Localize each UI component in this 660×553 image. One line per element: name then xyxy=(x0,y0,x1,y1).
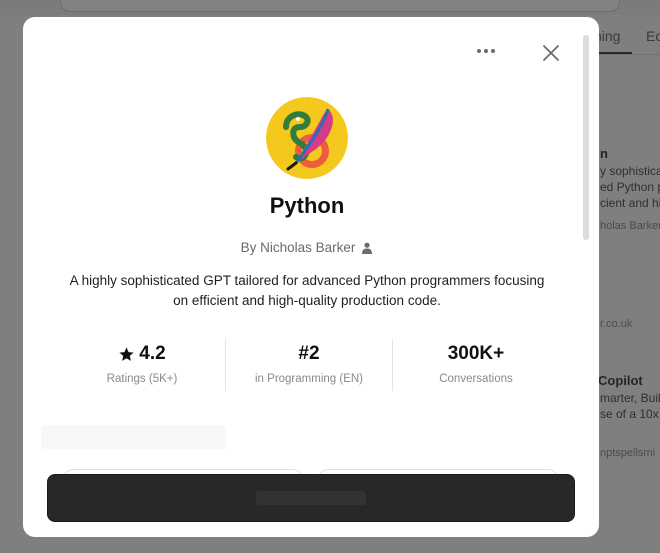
author-name: By Nicholas Barker xyxy=(240,240,356,255)
gpt-avatar xyxy=(266,97,348,179)
stat-rank-value: #2 xyxy=(298,343,320,364)
more-options-icon xyxy=(477,49,481,53)
more-options-icon-dot xyxy=(484,49,488,53)
background-card-line: se of a 10x F xyxy=(600,407,660,421)
background-card-line: marter, Buil xyxy=(600,391,660,405)
gpt-description: A highly sophisticated GPT tailored for … xyxy=(69,273,545,308)
stat-conversations-value: 300K+ xyxy=(447,343,505,364)
stat-conversations: 300K+ Conversations xyxy=(392,339,559,391)
background-tab-next: Ec xyxy=(646,28,660,44)
gpt-stats: 4.2 Ratings (5K+) #2 in Programming (EN)… xyxy=(59,339,559,391)
background-tab-divider xyxy=(592,54,660,55)
close-icon xyxy=(543,45,559,61)
person-icon xyxy=(362,242,373,254)
background-card-line: y sophistica xyxy=(600,164,660,178)
more-options-icon-dot xyxy=(491,49,495,53)
stat-rating-value-row: 4.2 xyxy=(118,343,166,365)
background-card-author: nptspellsmi xyxy=(600,447,656,459)
stat-rank-label: in Programming (EN) xyxy=(255,373,363,385)
gpt-name: Python xyxy=(269,193,345,218)
background-card-title: n xyxy=(600,146,608,161)
more-options-button[interactable] xyxy=(473,41,499,61)
loading-placeholder xyxy=(41,425,226,449)
start-chat-button-loading xyxy=(256,491,366,505)
gpt-author: By Nicholas Barker xyxy=(23,240,591,255)
stat-rating-value: 4.2 xyxy=(139,343,166,364)
background-search-bar xyxy=(60,0,620,12)
stat-rating: 4.2 Ratings (5K+) xyxy=(59,339,225,391)
stat-rating-label: Ratings (5K+) xyxy=(106,373,178,385)
close-button[interactable] xyxy=(539,41,563,65)
background-card-line: cient and hig xyxy=(600,196,660,210)
background-card-title: Copilot xyxy=(598,373,643,388)
star-icon xyxy=(119,346,134,361)
background-card-line: r.co.uk xyxy=(600,318,633,330)
background-card-author: holas Barker xyxy=(600,220,660,232)
background-card-line: ed Python p xyxy=(600,180,660,194)
start-chat-button[interactable] xyxy=(47,474,575,522)
python-feather-logo xyxy=(266,97,348,179)
gpt-details-modal: Python By Nicholas Barker A highly sophi… xyxy=(23,17,599,537)
stat-conversations-label: Conversations xyxy=(439,373,513,385)
stat-rank: #2 in Programming (EN) xyxy=(225,339,392,391)
